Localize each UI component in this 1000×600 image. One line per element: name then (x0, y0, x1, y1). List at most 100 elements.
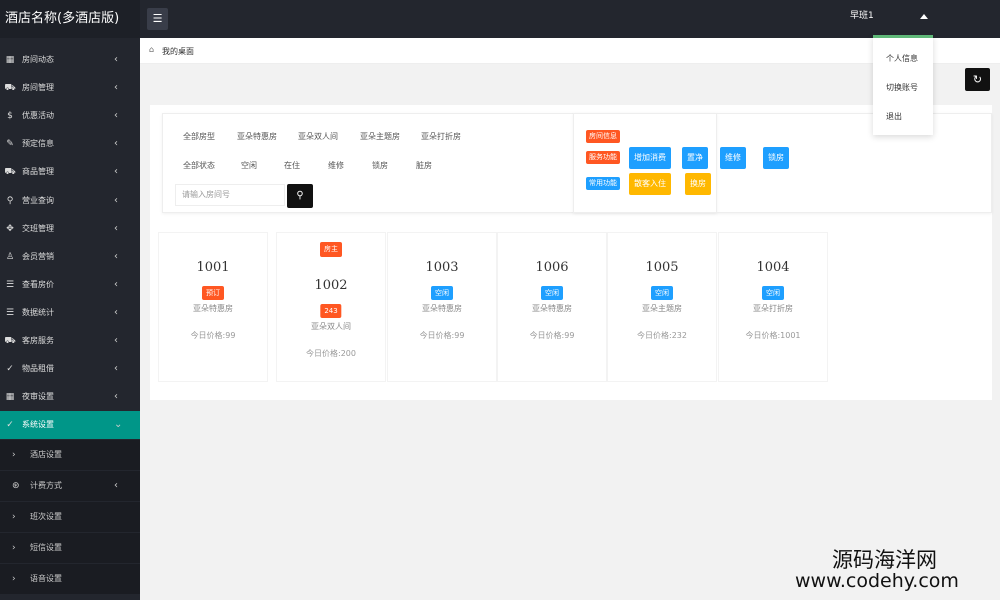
room-type: 亚朵双人间 (311, 322, 351, 331)
filter-state-repair[interactable]: 维修 (328, 160, 344, 171)
filter-state-occupied[interactable]: 在住 (284, 160, 300, 171)
sidebar-subitem-label: 短信设置 (30, 543, 62, 552)
walk-in-checkin-button[interactable]: 散客入住 (629, 173, 671, 195)
filter-state-dirty[interactable]: 脏房 (416, 160, 432, 171)
sidebar-subitem-icon: › (12, 574, 16, 584)
sidebar-item[interactable]: ✓ 系统设置 ⌄ (0, 411, 140, 439)
sidebar-item[interactable]: $ 优惠活动 ‹ (0, 102, 140, 130)
room-price: 今日价格:232 (637, 331, 687, 340)
room-type: 亚朵特惠房 (532, 304, 572, 313)
filter-state-all[interactable]: 全部状态 (183, 160, 215, 171)
room-card[interactable]: 1001 预订 亚朵特惠房 今日价格:99 (158, 232, 268, 382)
chevron-icon: ‹ (114, 166, 118, 177)
sidebar-subitem[interactable]: › 语音设置 (0, 564, 140, 594)
sidebar-item[interactable]: ✎ 预定信息 ‹ (0, 130, 140, 158)
room-number: 1005 (645, 260, 679, 275)
sidebar-subitem-icon: › (12, 512, 16, 522)
service-tag: 服务功能 (586, 151, 620, 164)
search-icon[interactable]: ⚲ (287, 184, 313, 208)
sidebar-item-label: 查看房价 (22, 280, 54, 289)
sidebar-item[interactable]: ☰ 查看房价 ‹ (0, 271, 140, 299)
chevron-icon: ‹ (114, 195, 118, 206)
host-badge: 房主 (320, 242, 342, 257)
room-card[interactable]: 1005 空闲 亚朵主题房 今日价格:232 (607, 232, 717, 382)
room-number: 1001 (196, 260, 230, 275)
menu-item-logout[interactable]: 退出 (873, 102, 933, 131)
sidebar-item[interactable]: ▦ 夜审设置 ‹ (0, 383, 140, 411)
chevron-icon: ‹ (114, 391, 118, 402)
filter-room-type-all[interactable]: 全部房型 (183, 131, 215, 142)
room-type: 亚朵打折房 (753, 304, 793, 313)
sidebar-item-icon: ✓ (6, 364, 14, 374)
sidebar-item[interactable]: ✓ 物品租借 ‹ (0, 355, 140, 383)
sidebar-item-label: 系统设置 (22, 420, 54, 429)
room-number: 1006 (535, 260, 569, 275)
room-card[interactable]: 房主 1002 243 亚朵双人间今日价格:200 (276, 232, 386, 382)
sidebar-item-label: 预定信息 (22, 139, 54, 148)
sidebar-item-label: 交班管理 (22, 224, 54, 233)
filter-room-type-1[interactable]: 亚朵特惠房 (237, 131, 277, 142)
sidebar-item-label: 优惠活动 (22, 111, 54, 120)
sidebar-item[interactable]: ♙ 会员营销 ‹ (0, 243, 140, 271)
sidebar-subitem[interactable]: › 短信设置 (0, 533, 140, 563)
room-search-input[interactable]: 请输入房间号 (175, 184, 285, 206)
lock-room-button[interactable]: 锁房 (763, 147, 789, 169)
sidebar-item[interactable]: ⛟ 商品管理 ‹ (0, 158, 140, 186)
chevron-icon: ‹ (114, 82, 118, 93)
change-room-button[interactable]: 换房 (685, 173, 711, 195)
filter-room-type-3[interactable]: 亚朵主题房 (360, 131, 400, 142)
room-card[interactable]: 1003 空闲 亚朵特惠房 今日价格:99 (387, 232, 497, 382)
chevron-icon: ‹ (114, 279, 118, 290)
sidebar-item-icon: ☰ (5, 308, 15, 318)
top-bar: 酒店名称(多酒店版) ☰ 早班1 (0, 0, 1000, 38)
filter-room-type-2[interactable]: 亚朵双人间 (298, 131, 338, 142)
room-price: 今日价格:200 (306, 349, 356, 358)
menu-item-switch-account[interactable]: 切换账号 (873, 73, 933, 102)
room-card[interactable]: 1004 空闲 亚朵打折房 今日价格:1001 (718, 232, 828, 382)
clean-button[interactable]: 置净 (682, 147, 708, 169)
room-price: 今日价格:1001 (745, 331, 801, 340)
sidebar-item[interactable]: ☰ 数据统计 ‹ (0, 299, 140, 327)
sidebar-item[interactable]: ✥ 交班管理 ‹ (0, 215, 140, 243)
room-card[interactable]: 1006 空闲 亚朵特惠房 今日价格:99 (497, 232, 607, 382)
room-status-badge: 空闲 (762, 286, 784, 300)
sidebar-item-label: 商品管理 (22, 167, 54, 176)
sidebar-subitem-label: 酒店设置 (30, 450, 62, 459)
refresh-icon[interactable]: ↻ (965, 68, 990, 91)
chevron-icon: ‹ (114, 110, 118, 121)
user-menu[interactable]: 早班1 (850, 8, 874, 21)
sidebar-item-label: 房间动态 (22, 55, 54, 64)
caret-up-icon[interactable] (920, 14, 928, 19)
sidebar-item-icon: ▦ (5, 55, 15, 65)
sidebar-subitem-icon: ⊛ (12, 481, 20, 491)
sidebar-item-icon: ▦ (5, 392, 15, 402)
room-status-badge: 空闲 (651, 286, 673, 300)
filter-room-type-4[interactable]: 亚朵打折房 (421, 131, 461, 142)
repair-button[interactable]: 维修 (720, 147, 746, 169)
sidebar-subitem[interactable]: ⊛ 计费方式 ‹ (0, 471, 140, 501)
filter-state-vacant[interactable]: 空闲 (241, 160, 257, 171)
sidebar-subitem[interactable]: › 酒店设置 (0, 440, 140, 470)
sidebar-item-icon: ⛟ (4, 167, 16, 177)
menu-item-profile[interactable]: 个人信息 (873, 44, 933, 73)
sidebar-item-icon: ✓ (6, 420, 14, 430)
sidebar-item-icon: ✎ (6, 139, 14, 149)
room-status-badge: 243 (320, 304, 342, 318)
sidebar-item[interactable]: ▦ 房间动态 ‹ (0, 46, 140, 74)
breadcrumb-label[interactable]: 我的桌面 (162, 46, 194, 57)
sidebar-subitem[interactable]: › 班次设置 (0, 502, 140, 532)
room-status-badge: 空闲 (431, 286, 453, 300)
add-consumption-button[interactable]: 增加消费 (629, 147, 671, 169)
room-info-tag: 房间信息 (586, 130, 620, 143)
sidebar-item[interactable]: ⚲ 营业查询 ‹ (0, 187, 140, 215)
sidebar-subitem-icon: › (12, 450, 16, 460)
filter-state-locked[interactable]: 锁房 (372, 160, 388, 171)
sidebar-item[interactable]: ⛟ 客房服务 ‹ (0, 327, 140, 355)
room-number: 1002 (314, 278, 348, 293)
sidebar-item[interactable]: ⛟ 房间管理 ‹ (0, 74, 140, 102)
room-price: 今日价格:99 (419, 331, 465, 340)
home-icon[interactable]: ⌂ (149, 45, 154, 54)
app-brand[interactable]: 酒店名称(多酒店版) (0, 0, 140, 38)
hamburger-icon[interactable]: ☰ (147, 8, 168, 30)
chevron-icon: ‹ (114, 251, 118, 262)
